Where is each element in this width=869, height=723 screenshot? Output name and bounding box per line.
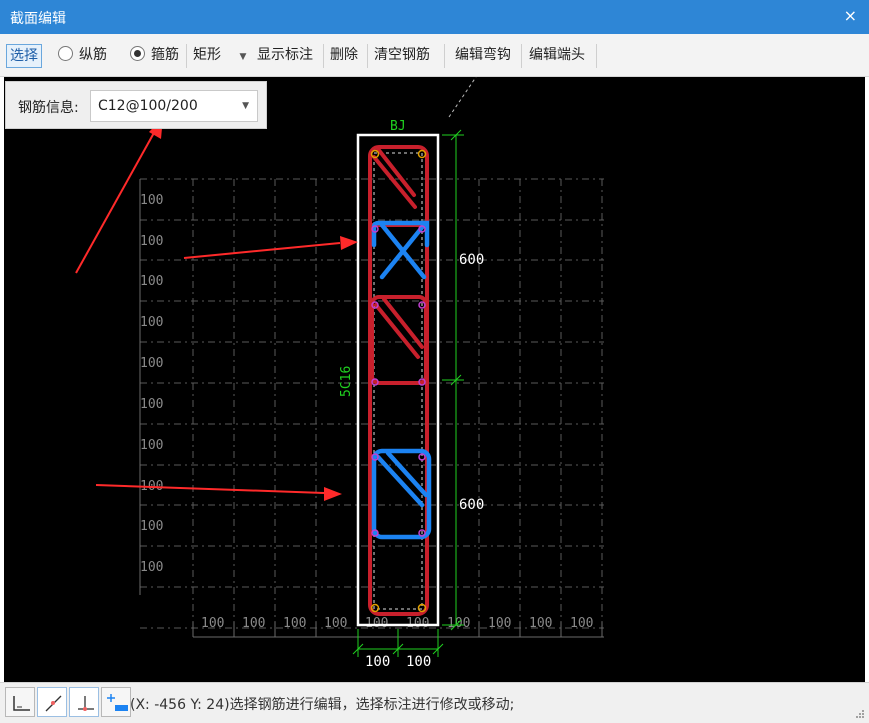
select-button[interactable]: 选择 bbox=[6, 44, 42, 68]
stirrup-radio[interactable]: 箍筋 bbox=[130, 44, 179, 68]
grid-v-label: 100 bbox=[140, 438, 163, 453]
dim-upper-label[interactable]: 600 bbox=[459, 252, 484, 268]
grid-v-label: 100 bbox=[140, 274, 163, 289]
toolbar-divider bbox=[521, 44, 522, 68]
window-title: 截面编辑 bbox=[10, 11, 66, 27]
grid-v-labels: 100 100 100 100 100 100 100 100 100 100 bbox=[140, 193, 163, 575]
dim-bottom-right-label[interactable]: 100 bbox=[406, 654, 431, 670]
arrow-head bbox=[340, 236, 358, 250]
grid-h-label: 100 bbox=[324, 616, 347, 631]
side-label[interactable]: 5C16 bbox=[339, 366, 354, 397]
grid-v-label: 100 bbox=[140, 315, 163, 330]
grid-h-label: 100 bbox=[242, 616, 265, 631]
shape-dropdown[interactable]: 矩形 ▼ bbox=[193, 44, 246, 68]
radio-selected-icon bbox=[130, 46, 145, 61]
dynamic-input-icon[interactable] bbox=[101, 687, 131, 717]
grid-h-labels: 100 100 100 100 100 100 100 100 100 100 bbox=[201, 616, 593, 631]
resize-grip-icon[interactable] bbox=[855, 709, 865, 719]
chevron-down-icon[interactable]: ▼ bbox=[242, 101, 249, 111]
show-dims-button[interactable]: 显示标注 bbox=[257, 44, 313, 68]
status-bar: (X: -456 Y: 24)选择钢筋进行编辑，选择标注进行修改或移动; bbox=[0, 682, 869, 723]
grid-v-label: 100 bbox=[140, 234, 163, 249]
polar-icon-graphic bbox=[45, 695, 62, 712]
top-label[interactable]: BJ bbox=[390, 119, 406, 134]
radio-icon bbox=[58, 46, 73, 61]
leader-line bbox=[448, 77, 477, 118]
grid-h-label: 100 bbox=[570, 616, 593, 631]
toolbar-divider bbox=[596, 44, 597, 68]
grid-h-label: 100 bbox=[529, 616, 552, 631]
title-bar: 截面编辑 × bbox=[0, 0, 869, 34]
red-stirrups[interactable] bbox=[368, 145, 429, 616]
ortho-icon[interactable] bbox=[5, 687, 35, 717]
toolbar-divider bbox=[367, 44, 368, 68]
delete-button[interactable]: 删除 bbox=[330, 44, 358, 68]
grid-v-label: 100 bbox=[140, 519, 163, 534]
toolbar-divider bbox=[323, 44, 324, 68]
edit-hook-button[interactable]: 编辑弯钩 bbox=[455, 44, 511, 68]
grid-h-label: 100 bbox=[365, 616, 388, 631]
horizontal-dimension[interactable] bbox=[352, 629, 444, 657]
longitudinal-label: 纵筋 bbox=[79, 47, 107, 63]
grid-h-label: 100 bbox=[283, 616, 306, 631]
polar-icon[interactable] bbox=[37, 687, 67, 717]
stirrup-label: 箍筋 bbox=[151, 47, 179, 63]
edit-end-button[interactable]: 编辑端头 bbox=[529, 44, 585, 68]
grid-v-label: 100 bbox=[140, 193, 163, 208]
dim-bottom-left-label[interactable]: 100 bbox=[365, 654, 390, 670]
grid-v-label: 100 bbox=[140, 397, 163, 412]
shape-value: 矩形 bbox=[193, 47, 221, 63]
dim-lower-label[interactable]: 600 bbox=[459, 497, 484, 513]
grid-h-label: 100 bbox=[201, 616, 224, 631]
snap-icon[interactable] bbox=[69, 687, 99, 717]
rebar-info-label: 钢筋信息: bbox=[18, 100, 79, 116]
rebar-info-combo[interactable]: C12@100/200 ▼ bbox=[90, 90, 258, 122]
arrow-to-upper-stirrup bbox=[183, 242, 341, 259]
section-drawing[interactable]: 100 100 100 100 100 100 100 100 100 100 … bbox=[4, 77, 865, 682]
arrow-head bbox=[324, 487, 342, 501]
dynamic-input-icon-graphic bbox=[107, 694, 128, 711]
vertical-dimension[interactable] bbox=[442, 129, 464, 631]
close-icon[interactable]: × bbox=[844, 6, 857, 25]
ortho-icon-graphic bbox=[13, 696, 30, 711]
toolbar-divider bbox=[186, 44, 187, 68]
arrow-to-lower-stirrup bbox=[95, 484, 325, 494]
snap-icon-graphic bbox=[78, 696, 94, 711]
grid-v-label: 100 bbox=[140, 560, 163, 575]
drawing-canvas[interactable]: 100 100 100 100 100 100 100 100 100 100 … bbox=[4, 77, 865, 682]
grid-h-label: 100 bbox=[447, 616, 470, 631]
longitudinal-radio[interactable]: 纵筋 bbox=[58, 44, 107, 68]
clear-rebar-button[interactable]: 清空钢筋 bbox=[374, 44, 430, 68]
grid-h-label: 100 bbox=[488, 616, 511, 631]
rebar-info-panel: 钢筋信息: C12@100/200 ▼ bbox=[5, 81, 267, 129]
toolbar-divider bbox=[444, 44, 445, 68]
status-text: (X: -456 Y: 24)选择钢筋进行编辑，选择标注进行修改或移动; bbox=[130, 697, 515, 713]
toolbar: 选择 纵筋 箍筋 矩形 ▼ 显示标注 删除 清空钢筋 编辑弯钩 编辑端头 bbox=[0, 34, 869, 77]
grid-h-label: 100 bbox=[406, 616, 429, 631]
chevron-down-icon: ▼ bbox=[239, 52, 247, 62]
rebar-info-value[interactable]: C12@100/200 bbox=[98, 98, 198, 114]
outer-stirrup[interactable] bbox=[368, 145, 429, 616]
grid-v-label: 100 bbox=[140, 356, 163, 371]
